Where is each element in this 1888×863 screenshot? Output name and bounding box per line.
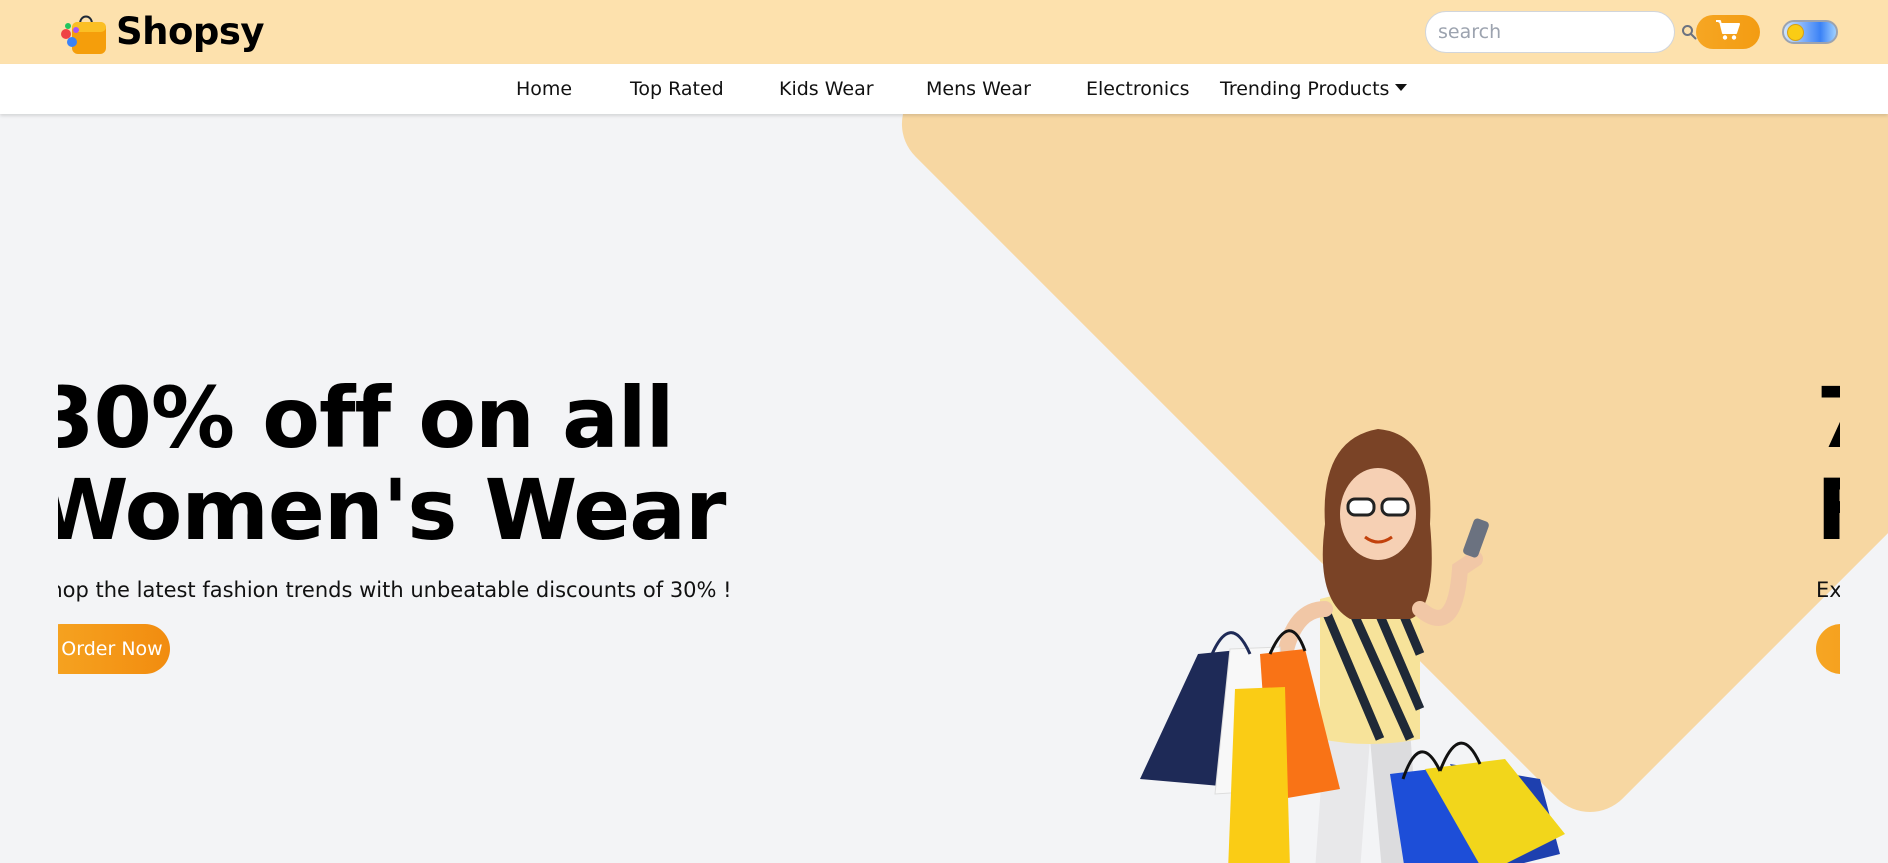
hero-slider: 30% off on all Women's Wear Shop the lat… xyxy=(0,114,1888,863)
nav-item-top-rated[interactable]: Top Rated xyxy=(630,64,724,114)
top-header: Shopsy xyxy=(0,0,1888,64)
nav-item-kids-wear[interactable]: Kids Wear xyxy=(779,64,874,114)
dark-mode-toggle[interactable] xyxy=(1782,20,1838,44)
brand-name: Shopsy xyxy=(116,10,265,53)
search-icon[interactable] xyxy=(1681,22,1697,42)
toggle-knob xyxy=(1787,24,1804,41)
next-headline-line1: 7 xyxy=(1816,372,1840,464)
nav-item-electronics[interactable]: Electronics xyxy=(1086,64,1190,114)
nav-item-trending-products[interactable]: Trending Products xyxy=(1220,64,1408,114)
next-subtext: Exp xyxy=(1816,578,1840,602)
caret-down-icon xyxy=(1395,84,1408,91)
search-bar[interactable] xyxy=(1425,11,1697,53)
hero-slide: 30% off on all Women's Wear Shop the lat… xyxy=(58,372,936,674)
cart-button[interactable] xyxy=(1696,15,1760,49)
order-now-button[interactable]: Order Now xyxy=(58,624,170,674)
search-input[interactable] xyxy=(1438,21,1681,43)
hero-subtext: Shop the latest fashion trends with unbe… xyxy=(58,578,732,602)
shopping-bag-icon xyxy=(58,8,110,56)
nav-item-mens-wear[interactable]: Mens Wear xyxy=(926,64,1031,114)
nav-item-trending-label: Trending Products xyxy=(1220,78,1390,100)
main-nav: Home Top Rated Kids Wear Mens Wear Elect… xyxy=(0,64,1888,114)
nav-item-home[interactable]: Home xyxy=(516,64,572,114)
cart-icon xyxy=(1715,19,1741,45)
next-order-button[interactable]: O xyxy=(1816,624,1840,674)
logo[interactable]: Shopsy xyxy=(58,8,265,56)
woman-with-shopping-bags-image xyxy=(1120,309,1620,863)
next-hero-slide: 7 F Exp O xyxy=(1816,372,1840,674)
next-headline-line2: F xyxy=(1816,464,1840,556)
hero-headline-line2: Women's Wear xyxy=(58,461,726,559)
hero-headline-line1: 30% off on all xyxy=(58,369,674,467)
